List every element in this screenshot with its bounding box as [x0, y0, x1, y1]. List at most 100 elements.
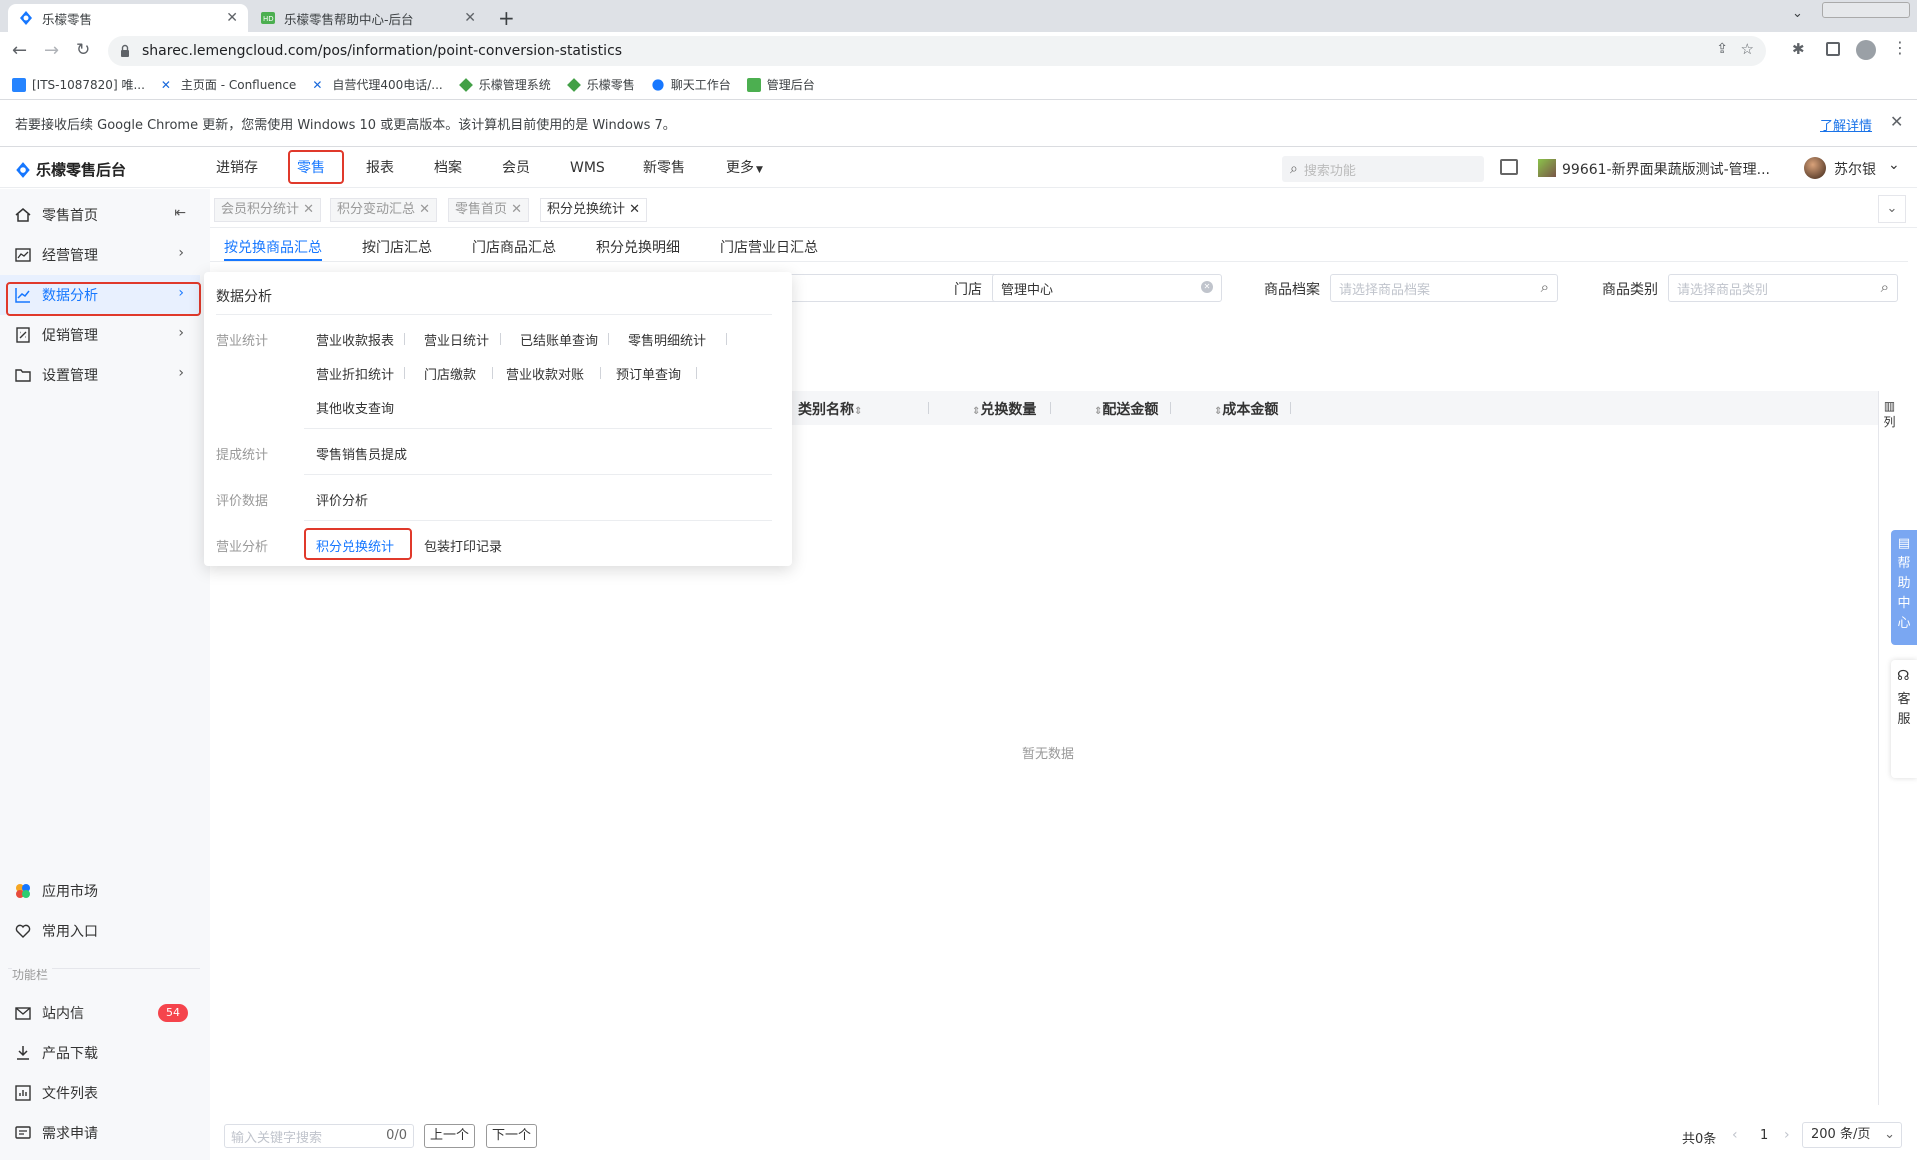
- tab-search-icon[interactable]: ⌄: [1792, 6, 1803, 21]
- keyword-search-input[interactable]: 输入关键字搜索 0/0: [224, 1124, 414, 1148]
- nav-more[interactable]: 更多 ▼: [726, 148, 763, 188]
- page-tab-active[interactable]: 积分兑换统计 ✕: [540, 198, 648, 222]
- close-infobar-icon[interactable]: ✕: [1890, 112, 1903, 131]
- bookmark-item[interactable]: 乐檬管理系统: [458, 76, 551, 93]
- back-icon[interactable]: ←: [12, 40, 27, 61]
- bookmark-item[interactable]: ✕ 主页面 - Confluence: [161, 76, 296, 93]
- page-tab[interactable]: 零售首页 ✕: [448, 198, 530, 222]
- nav-wms[interactable]: WMS: [570, 148, 605, 188]
- next-page-icon[interactable]: ›: [1784, 1127, 1790, 1143]
- column-delivery-amount[interactable]: ⇕配送金额: [1094, 399, 1158, 419]
- close-icon[interactable]: ✕: [629, 202, 640, 217]
- collapse-sidebar-icon[interactable]: ⇤: [174, 205, 186, 221]
- window-controls[interactable]: [1822, 2, 1910, 18]
- column-category-name[interactable]: 类别名称⇕: [798, 399, 862, 419]
- next-match-button[interactable]: 下一个: [486, 1124, 538, 1148]
- column-quantity[interactable]: ⇕兑换数量: [972, 399, 1036, 419]
- menu-divider: [492, 367, 493, 379]
- avatar[interactable]: [1804, 157, 1826, 179]
- sidebar-item-app-market[interactable]: 应用市场: [0, 871, 200, 911]
- sidebar-item-messages[interactable]: 站内信 54: [0, 993, 200, 1033]
- bookmark-item[interactable]: 乐檬零售: [566, 76, 635, 93]
- sidebar-item-downloads[interactable]: 产品下载: [0, 1033, 200, 1073]
- sidebar-item-files[interactable]: 文件列表: [0, 1073, 200, 1113]
- menu-link[interactable]: 营业折扣统计: [316, 364, 394, 383]
- goods-select[interactable]: 请选择商品档案 ⌕: [1330, 274, 1558, 302]
- forward-icon[interactable]: →: [44, 40, 59, 61]
- menu-link[interactable]: 包装打印记录: [424, 536, 502, 555]
- sidebar-item-promotion[interactable]: 促销管理 ›: [0, 315, 200, 355]
- bookmark-item[interactable]: 管理后台: [746, 76, 815, 93]
- scrollbar-track[interactable]: [1878, 425, 1879, 1105]
- clear-icon[interactable]: ✕: [1201, 281, 1213, 293]
- close-icon[interactable]: ✕: [303, 202, 314, 217]
- store-name[interactable]: 99661-新界面果蔬版测试-管理...: [1562, 159, 1770, 179]
- sidepanel-icon[interactable]: [1826, 42, 1840, 56]
- sidebar-item-retail-home[interactable]: 零售首页 ⇤: [0, 195, 200, 235]
- confluence-icon: ✕: [312, 77, 323, 92]
- browser-tab-active[interactable]: 乐檬零售 ✕: [8, 4, 248, 32]
- prev-match-button[interactable]: 上一个: [424, 1124, 476, 1148]
- close-tab-icon[interactable]: ✕: [226, 10, 238, 26]
- close-icon[interactable]: ✕: [419, 202, 430, 217]
- bookmark-star-icon[interactable]: ☆: [1741, 40, 1754, 58]
- tab-by-goods[interactable]: 按兑换商品汇总: [224, 237, 322, 257]
- page-tab[interactable]: 积分变动汇总 ✕: [330, 198, 438, 222]
- browser-tab-strip: 乐檬零售 ✕ HD 乐檬零售帮助中心-后台 ✕ + ⌄: [0, 0, 1917, 32]
- extensions-icon[interactable]: ✱: [1792, 40, 1805, 58]
- page-tab[interactable]: 会员积分统计 ✕: [214, 198, 322, 222]
- menu-link[interactable]: 预订单查询: [616, 364, 681, 383]
- menu-link[interactable]: 门店缴款: [424, 364, 476, 383]
- sidebar-item-requests[interactable]: 需求申请: [0, 1113, 200, 1153]
- nav-new-retail[interactable]: 新零售: [643, 148, 685, 188]
- browser-tab[interactable]: HD 乐檬零售帮助中心-后台 ✕: [250, 4, 486, 32]
- menu-link[interactable]: 零售明细统计: [628, 330, 706, 349]
- share-icon[interactable]: ⇪: [1716, 41, 1728, 57]
- app-logo-text: 乐檬零售后台: [36, 161, 127, 179]
- reload-icon[interactable]: ↻: [76, 40, 90, 60]
- nav-jinxiaocun[interactable]: 进销存: [216, 148, 258, 188]
- tab-store-goods[interactable]: 门店商品汇总: [472, 237, 556, 257]
- menu-link[interactable]: 评价分析: [316, 490, 368, 509]
- tab-detail[interactable]: 积分兑换明细: [596, 237, 680, 257]
- nav-reports[interactable]: 报表: [366, 148, 394, 188]
- column-cost-amount[interactable]: ⇕成本金额: [1214, 399, 1278, 419]
- category-select[interactable]: 请选择商品类别 ⌕: [1668, 274, 1898, 302]
- bookmark-item[interactable]: ✕ 自营代理400电话/...: [312, 76, 442, 93]
- function-search-input[interactable]: ⌕ 搜索功能: [1282, 156, 1484, 182]
- omnibox[interactable]: sharec.lemengcloud.com/pos/information/p…: [108, 36, 1766, 66]
- tab-business-day[interactable]: 门店营业日汇总: [720, 237, 818, 257]
- close-tab-icon[interactable]: ✕: [464, 10, 476, 26]
- chevron-down-icon[interactable]: ⌄: [1888, 157, 1900, 173]
- new-tab-icon[interactable]: +: [498, 6, 515, 30]
- learn-more-link[interactable]: 了解详情: [1820, 115, 1872, 134]
- printer-icon[interactable]: [1500, 159, 1518, 175]
- app-logo[interactable]: 乐檬零售后台: [14, 159, 126, 180]
- tab-by-store[interactable]: 按门店汇总: [362, 237, 432, 257]
- bookmark-item[interactable]: 聊天工作台: [651, 76, 731, 93]
- chevron-down-icon[interactable]: ⌄: [1878, 195, 1906, 223]
- nav-member[interactable]: 会员: [502, 148, 530, 188]
- current-page[interactable]: 1: [1760, 1128, 1768, 1143]
- help-center-widget[interactable]: ▤ 帮 助 中 心: [1891, 530, 1917, 645]
- menu-link[interactable]: 营业收款对账: [506, 364, 584, 383]
- menu-kebab-icon[interactable]: ⋮: [1892, 38, 1908, 57]
- sidebar-item-favorites[interactable]: 常用入口: [0, 911, 200, 951]
- customer-service-widget[interactable]: ☊ 客 服: [1891, 660, 1917, 778]
- close-icon[interactable]: ✕: [511, 202, 522, 217]
- app-market-icon: [16, 884, 30, 898]
- profile-icon[interactable]: [1856, 40, 1876, 60]
- user-name[interactable]: 苏尔银: [1834, 159, 1876, 179]
- menu-link[interactable]: 已结账单查询: [520, 330, 598, 349]
- sidebar-item-settings[interactable]: 设置管理 ›: [0, 355, 200, 395]
- bookmark-item[interactable]: [ITS-1087820] 唯...: [12, 76, 145, 93]
- menu-link[interactable]: 零售销售员提成: [316, 444, 407, 463]
- nav-archive[interactable]: 档案: [434, 148, 462, 188]
- page-size-select[interactable]: 200 条/页 ⌄: [1802, 1122, 1902, 1148]
- menu-link[interactable]: 营业日统计: [424, 330, 489, 349]
- prev-page-icon[interactable]: ‹: [1732, 1127, 1738, 1143]
- sidebar-item-operations[interactable]: 经营管理 ›: [0, 235, 200, 275]
- menu-link[interactable]: 营业收款报表: [316, 330, 394, 349]
- store-select[interactable]: 管理中心 ✕: [992, 274, 1222, 302]
- menu-link[interactable]: 其他收支查询: [316, 398, 394, 417]
